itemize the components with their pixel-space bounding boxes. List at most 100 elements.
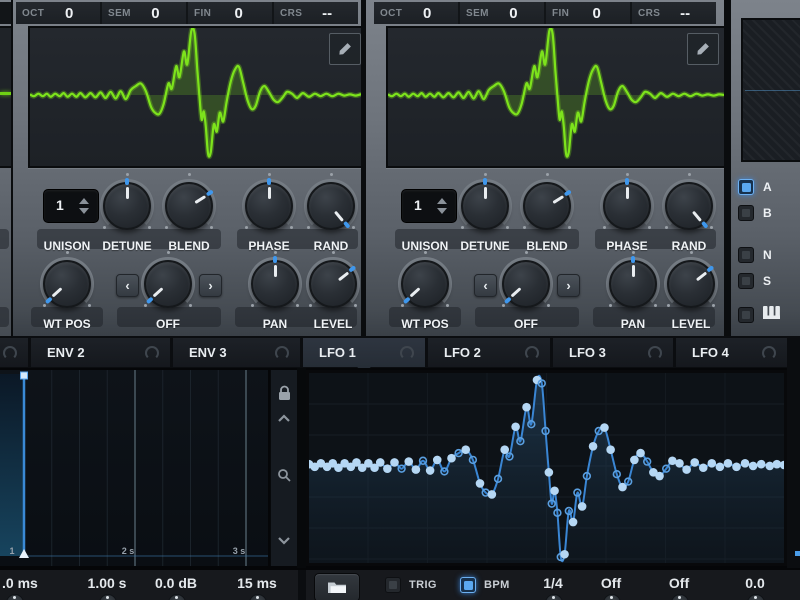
pan-label: PAN <box>621 317 645 331</box>
env-value-0[interactable]: .0 ms <box>2 575 38 591</box>
bpm-toggle[interactable]: BPM <box>460 577 510 593</box>
keyboard-checkbox[interactable] <box>738 307 754 323</box>
knob-detune[interactable] <box>100 179 154 233</box>
osc-coarse-field[interactable]: CRS-- <box>274 2 358 24</box>
lfo-value-0[interactable]: 1/4 <box>543 575 562 591</box>
knob-phase[interactable] <box>600 179 654 233</box>
tab-label: ENV 2 <box>47 345 85 360</box>
lfo-value-1[interactable]: Off <box>601 575 621 591</box>
osc-octave-field[interactable]: OCT0 <box>16 2 100 24</box>
osc-fine-field[interactable]: FIN0 <box>546 2 630 24</box>
lfo-value-3[interactable]: 0.0 <box>745 575 764 591</box>
env-value-2[interactable]: 0.0 dB <box>155 575 197 591</box>
knob-pan[interactable] <box>248 257 302 311</box>
osc-semitone-field[interactable]: SEM0 <box>460 2 544 24</box>
level-label: LEVEL <box>314 317 353 331</box>
stepper-up-icon[interactable] <box>79 198 89 204</box>
osc-fine-field[interactable]: FIN0 <box>188 2 272 24</box>
mod-amount-arc-icon <box>525 346 539 360</box>
knob-rand[interactable] <box>662 179 716 233</box>
off-label: OFF <box>514 317 538 331</box>
osc-toggle-s[interactable]: S <box>738 273 771 289</box>
wavetable-next-button[interactable]: › <box>557 274 580 297</box>
s-checkbox[interactable] <box>738 273 754 289</box>
knob-off[interactable] <box>499 257 553 311</box>
lfo-mini-knob-1[interactable] <box>603 594 621 600</box>
wavetable-prev-button[interactable]: ‹ <box>474 274 497 297</box>
tab-lfo-4[interactable]: LFO 4 <box>676 338 787 367</box>
env-mini-knob-1[interactable] <box>99 594 117 600</box>
unison-stepper[interactable]: 1 <box>43 189 99 223</box>
knob-rand[interactable] <box>304 179 358 233</box>
lfo-value-2[interactable]: Off <box>669 575 689 591</box>
knob-detune[interactable] <box>458 179 512 233</box>
knob-blend[interactable] <box>162 179 216 233</box>
lfo-mini-knob-0[interactable] <box>545 594 563 600</box>
env-mini-knob-3[interactable] <box>249 594 267 600</box>
field-value: 0 <box>44 5 94 22</box>
osc-semitone-field[interactable]: SEM0 <box>102 2 186 24</box>
wavetable-next-button[interactable]: › <box>199 274 222 297</box>
mod-amount-arc-icon <box>648 346 662 360</box>
envelope-display[interactable]: 12 s3 s <box>0 370 268 566</box>
field-value: 0 <box>569 5 624 22</box>
wavetable-edit-button[interactable] <box>329 33 361 65</box>
wavetable-prev-button[interactable]: ‹ <box>116 274 139 297</box>
wavetable-edit-button[interactable] <box>687 33 719 65</box>
osc-coarse-field[interactable]: CRS-- <box>632 2 716 24</box>
n-checkbox[interactable] <box>738 247 754 263</box>
field-value: 0 <box>402 5 452 22</box>
knob-wt-pos[interactable] <box>398 257 452 311</box>
knob-wt-pos[interactable] <box>40 257 94 311</box>
env-value-1[interactable]: 1.00 s <box>88 575 127 591</box>
knob-pan[interactable] <box>606 257 660 311</box>
lfo-mini-knob-2[interactable] <box>671 594 689 600</box>
tab-lfo-3[interactable]: LFO 3 <box>553 338 673 367</box>
knob-phase[interactable] <box>242 179 296 233</box>
tab-partial[interactable] <box>0 338 28 367</box>
unison-stepper[interactable]: 1 <box>401 189 457 223</box>
tab-lfo-1[interactable]: LFO 1 <box>303 338 425 367</box>
toggle-label: N <box>763 248 772 262</box>
tab-env-2[interactable]: ENV 2 <box>31 338 170 367</box>
stepper-down-icon[interactable] <box>79 208 89 214</box>
osc-toggle-keyboard[interactable] <box>738 306 780 324</box>
osc-toggle-n[interactable]: N <box>738 247 772 263</box>
wavetable-display[interactable] <box>386 26 726 168</box>
knob-level[interactable] <box>664 257 718 311</box>
stepper-up-icon[interactable] <box>437 198 447 204</box>
env-mini-knob-0[interactable] <box>6 594 24 600</box>
lfo-editor-display[interactable] <box>306 370 787 566</box>
magnifier-icon[interactable] <box>271 468 297 483</box>
tab-env-3[interactable]: ENV 3 <box>173 338 300 367</box>
field-label: FIN <box>194 8 211 19</box>
toggle-label: S <box>763 274 771 288</box>
pencil-icon <box>337 41 353 57</box>
env-mini-knob-2[interactable] <box>168 594 186 600</box>
chevron-down-icon[interactable] <box>271 536 297 545</box>
field-label: OCT <box>380 8 402 19</box>
tab-lfo-2[interactable]: LFO 2 <box>428 338 550 367</box>
a-checkbox[interactable] <box>738 179 754 195</box>
lfo-mini-knob-3[interactable] <box>747 594 765 600</box>
osc-pitch-header: OCT0SEM0FIN0CRS-- <box>16 2 358 24</box>
wt-pos-label: WT POS <box>401 317 448 331</box>
osc-toggle-a[interactable]: A <box>738 179 772 195</box>
env-value-3[interactable]: 15 ms <box>237 575 277 591</box>
bpm-checkbox[interactable] <box>460 577 476 593</box>
right-edge-strip <box>787 337 800 600</box>
trig-toggle[interactable]: TRIG <box>385 577 437 593</box>
osc-octave-field[interactable]: OCT0 <box>374 2 458 24</box>
lock-icon[interactable] <box>271 385 297 402</box>
wavetable-display[interactable] <box>28 26 368 168</box>
chevron-up-icon[interactable] <box>271 414 297 423</box>
lfo-preset-folder-button[interactable] <box>314 573 360 600</box>
b-checkbox[interactable] <box>738 205 754 221</box>
knob-blend[interactable] <box>520 179 574 233</box>
stepper-down-icon[interactable] <box>437 208 447 214</box>
trig-checkbox[interactable] <box>385 577 401 593</box>
field-label: CRS <box>280 8 302 19</box>
knob-off[interactable] <box>141 257 195 311</box>
osc-toggle-b[interactable]: B <box>738 205 772 221</box>
knob-level[interactable] <box>306 257 360 311</box>
